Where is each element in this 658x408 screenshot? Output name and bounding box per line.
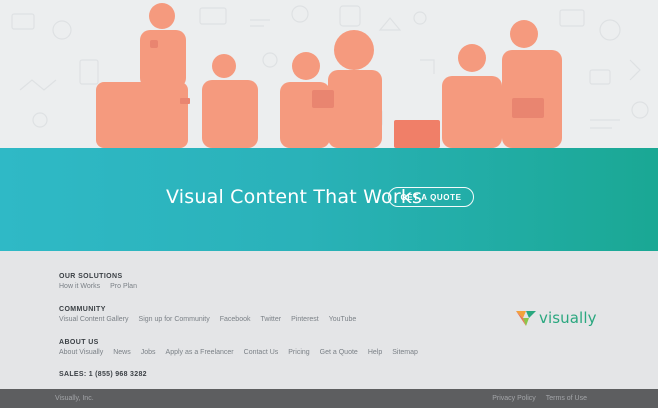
footer-link-twitter[interactable]: Twitter — [260, 316, 281, 323]
footer-community-links: Visual Content Gallery Sign up for Commu… — [59, 316, 356, 323]
hero-banner — [0, 0, 658, 148]
footer-community: COMMUNITY Visual Content Gallery Sign up… — [59, 306, 356, 323]
footer-heading-solutions: OUR SOLUTIONS — [59, 273, 123, 280]
footer-link-contact-us[interactable]: Contact Us — [244, 349, 279, 356]
footer-link-pro-plan[interactable]: Pro Plan — [110, 283, 137, 290]
footer-link-sign-up-community[interactable]: Sign up for Community — [139, 316, 210, 323]
sales-phone: SALES: 1 (855) 968 3282 — [59, 371, 147, 378]
footer-link-visual-content-gallery[interactable]: Visual Content Gallery — [59, 316, 129, 323]
copyright-text: Visually, Inc. — [55, 395, 94, 402]
visually-logo-text: visually — [539, 309, 597, 327]
footer-link-about-visually[interactable]: About Visually — [59, 349, 103, 356]
footer-link-pinterest[interactable]: Pinterest — [291, 316, 319, 323]
terms-of-use-link[interactable]: Terms of Use — [546, 395, 587, 402]
visually-logo-mark-icon — [516, 311, 536, 326]
footer-link-youtube[interactable]: YouTube — [329, 316, 357, 323]
footer-solutions-links: How it Works Pro Plan — [59, 283, 137, 290]
footer-heading-community: COMMUNITY — [59, 306, 106, 313]
footer-link-how-it-works[interactable]: How it Works — [59, 283, 100, 290]
cta-title: Visual Content That Works — [166, 186, 423, 208]
footer-link-news[interactable]: News — [113, 349, 131, 356]
footer-link-sitemap[interactable]: Sitemap — [392, 349, 418, 356]
footer-link-jobs[interactable]: Jobs — [141, 349, 156, 356]
footer-link-facebook[interactable]: Facebook — [220, 316, 251, 323]
team-photo — [96, 3, 562, 148]
footer-heading-about: ABOUT US — [59, 339, 99, 346]
privacy-policy-link[interactable]: Privacy Policy — [492, 395, 536, 402]
bottom-links: Privacy Policy Terms of Use — [492, 395, 587, 402]
footer-link-pricing[interactable]: Pricing — [288, 349, 309, 356]
footer-link-apply-freelancer[interactable]: Apply as a Freelancer — [166, 349, 234, 356]
footer-about: ABOUT US About Visually News Jobs Apply … — [59, 339, 418, 356]
page: Visual Content That Works GET A QUOTE OU… — [0, 0, 658, 408]
visually-logo[interactable]: visually — [516, 309, 597, 327]
footer-solutions: OUR SOLUTIONS How it Works Pro Plan — [59, 273, 137, 290]
footer-link-help[interactable]: Help — [368, 349, 382, 356]
footer-about-links: About Visually News Jobs Apply as a Free… — [59, 349, 418, 356]
footer-link-get-a-quote[interactable]: Get a Quote — [320, 349, 358, 356]
get-a-quote-button[interactable]: GET A QUOTE — [388, 187, 474, 207]
